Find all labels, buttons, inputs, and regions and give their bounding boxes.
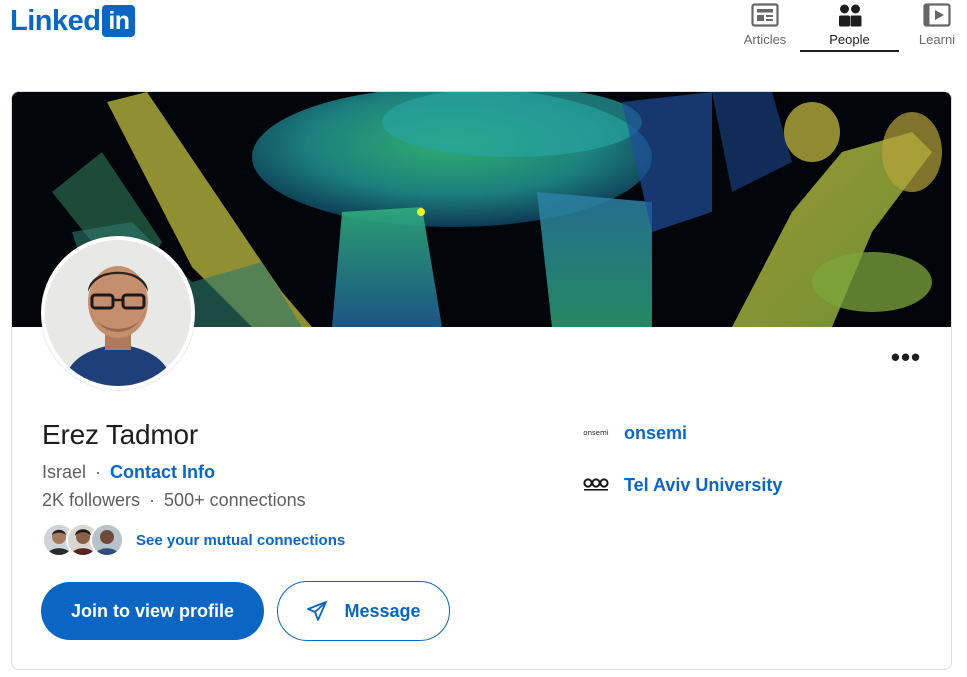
onsemi-logo-text: onsemi <box>583 429 609 437</box>
experience-item[interactable]: onsemi onsemi <box>582 419 687 447</box>
nav-item-articles[interactable]: Articles <box>725 0 805 52</box>
message-button-label: Message <box>344 600 421 621</box>
followers-count: 2K followers <box>42 490 141 510</box>
nav-item-people[interactable]: People <box>800 0 899 52</box>
mutual-avatars <box>42 523 124 557</box>
separator-dot: · <box>149 490 156 510</box>
profile-card: ••• Erez Tadmor Israel · Contact Info 2K… <box>11 91 952 670</box>
join-to-view-profile-button[interactable]: Join to view profile <box>41 582 264 640</box>
send-icon <box>306 600 328 622</box>
linkedin-logo[interactable]: Linked in <box>10 4 136 38</box>
learning-icon <box>923 2 951 28</box>
logo-wordmark: Linked <box>10 5 101 37</box>
profile-photo[interactable] <box>41 236 195 390</box>
mutual-avatar <box>90 523 124 557</box>
education-org-name[interactable]: Tel Aviv University <box>624 475 782 496</box>
nav-label-people: People <box>829 32 870 47</box>
education-item[interactable]: Tel Aviv University <box>582 471 782 499</box>
mutual-connections[interactable]: See your mutual connections <box>42 523 345 557</box>
more-options-button[interactable]: ••• <box>884 344 928 370</box>
primary-nav: Articles People Learni <box>725 0 967 52</box>
separator-dot: · <box>95 462 102 482</box>
articles-icon <box>751 2 779 28</box>
top-navigation: Linked in Articles People Learni <box>0 0 967 62</box>
people-icon <box>836 2 864 28</box>
nav-label-learning: Learni <box>918 32 956 47</box>
contact-info-link[interactable]: Contact Info <box>110 462 215 483</box>
logo-in-badge: in <box>102 5 136 37</box>
location-line: Israel · Contact Info <box>42 462 215 483</box>
mutual-connections-link[interactable]: See your mutual connections <box>136 532 345 549</box>
experience-org-name[interactable]: onsemi <box>624 423 687 444</box>
profile-name: Erez Tadmor <box>42 419 199 450</box>
stats-line: 2K followers · 500+ connections <box>42 490 306 511</box>
profile-location: Israel <box>42 462 87 482</box>
connections-count: 500+ connections <box>164 490 306 510</box>
onsemi-logo: onsemi <box>582 419 610 447</box>
nav-label-articles: Articles <box>743 32 787 47</box>
message-button[interactable]: Message <box>277 581 450 641</box>
tel-aviv-university-logo <box>582 471 610 499</box>
nav-item-learning[interactable]: Learni <box>897 0 967 52</box>
